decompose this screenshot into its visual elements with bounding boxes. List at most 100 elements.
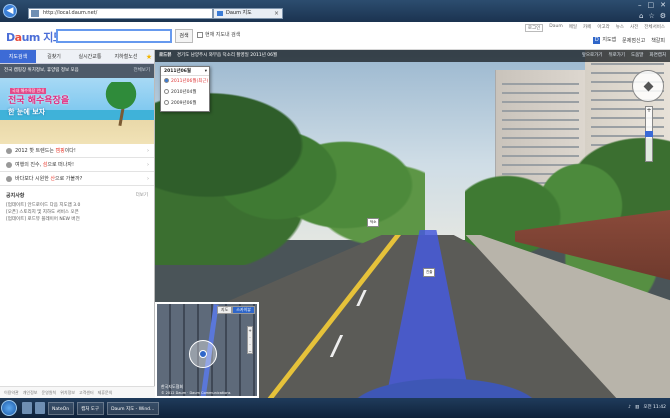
row-text-end: 으로 떠나자! <box>47 162 74 168</box>
search-button[interactable]: 검색 <box>175 29 193 43</box>
pan-compass[interactable] <box>632 70 664 102</box>
explorer-icon[interactable] <box>35 402 45 414</box>
close-window-icon[interactable]: ✕ <box>660 1 666 9</box>
zoom-knob[interactable] <box>645 131 653 137</box>
sidebar-info-bar[interactable]: 전국 캠핑장 위치정보, 휴양림 정보 모음 전체보기 <box>0 64 154 78</box>
chevron-down-icon[interactable]: ▾ <box>205 67 207 76</box>
notice-item[interactable]: [오픈] 스토리지 및 지하도 서비스 오픈 <box>6 209 148 216</box>
date-current: 2011년06월 <box>164 69 192 74</box>
taskbar-window[interactable]: Daum 지도 - Wind... <box>107 402 160 415</box>
link-agora[interactable]: 아고라 <box>597 24 609 32</box>
date-option-label: 2010년04월 <box>171 90 197 95</box>
volume-icon[interactable]: ♪ <box>628 402 631 414</box>
footer-link[interactable]: 이용약관 <box>4 387 19 398</box>
footer-link[interactable]: 제휴문의 <box>98 387 113 398</box>
backward-button[interactable]: 뒤로가기 <box>608 50 625 62</box>
island-icon <box>6 161 12 168</box>
capture-button[interactable]: 화면캡처 <box>649 50 666 62</box>
date-option-label: 2009년06월 <box>171 101 197 106</box>
home-icon[interactable]: ⌂ <box>639 12 643 20</box>
list-item[interactable]: 2012 핫 트렌드는 캠핑이다! › <box>0 144 154 158</box>
back-arrow-icon[interactable]: ◀ <box>3 4 17 18</box>
forward-button[interactable]: 앞으로가기 <box>582 50 603 62</box>
report-problem-link[interactable]: 문제점신고 <box>622 37 645 44</box>
link-cafe[interactable]: 카페 <box>583 24 591 32</box>
system-tray: ♪ ▥ 오전 11:42 <box>628 402 666 414</box>
map-app-label: 지도앱 <box>602 37 617 43</box>
minimize-icon[interactable]: – <box>638 1 642 9</box>
tab-skyview[interactable]: 스카이뷰 <box>232 306 255 314</box>
link-dictionary[interactable]: 사전 <box>630 24 638 32</box>
login-button[interactable]: 로그인 <box>524 24 544 32</box>
radio-icon <box>164 100 169 105</box>
notice-item[interactable]: [업데이트] 로드뷰 플레이어 NEW 버전 <box>6 216 148 223</box>
compass-center-icon <box>643 81 654 92</box>
map-app-link[interactable]: D 지도앱 <box>593 36 616 44</box>
tab-directions[interactable]: 길찾기 <box>36 50 72 63</box>
notice-more-link[interactable]: 더보기 <box>136 192 148 198</box>
ie-icon[interactable] <box>22 402 32 414</box>
info-bar-more[interactable]: 전체보기 <box>133 64 150 78</box>
help-button[interactable]: 도움말 <box>631 50 643 62</box>
clock[interactable]: 오전 11:42 <box>643 402 666 414</box>
browser-tab[interactable]: Daum 지도 × <box>213 8 283 19</box>
zoom-slider[interactable]: + <box>645 106 653 162</box>
tab-subway[interactable]: 지하철노선 <box>108 50 144 63</box>
footer-link[interactable]: 개인정보 <box>23 387 38 398</box>
window-controls: – □ ✕ <box>638 1 666 9</box>
roadview-panorama[interactable]: 덕소 진출 로드뷰 경기도 남양주시 와부읍 덕소리 촬영일 2011년 06월… <box>155 50 670 398</box>
link-all-services[interactable]: 전체서비스 <box>644 24 665 32</box>
chevron-right-icon: › <box>147 162 149 168</box>
minimap-zoom[interactable]: + · · − <box>247 326 253 354</box>
link-daum[interactable]: Daum <box>549 24 562 32</box>
banner-subtitle: 한 눈에 보자 <box>8 108 46 116</box>
link-news[interactable]: 뉴스 <box>616 24 624 32</box>
footer-link[interactable]: 위치정보 <box>60 387 75 398</box>
in-map-search-label: 현재 지도내 검색 <box>205 32 241 38</box>
roadview-topbar: 로드뷰 경기도 남양주시 와부읍 덕소리 촬영일 2011년 06월 앞으로가기… <box>155 50 670 62</box>
link-mail[interactable]: 메일 <box>569 24 577 32</box>
taskbar-window[interactable]: NateOn <box>48 402 75 415</box>
map-search-input[interactable] <box>56 29 172 43</box>
chevron-right-icon: › <box>147 176 149 182</box>
favorite-star-icon[interactable]: ★ <box>144 50 154 63</box>
date-selector-header[interactable]: 2011년06월 ▾ <box>161 67 209 76</box>
date-option[interactable]: 2010년04월 <box>161 87 209 98</box>
row-text: 2012 핫 트렌드는 <box>15 148 56 154</box>
footer-link[interactable]: 운영원칙 <box>41 387 56 398</box>
taskbar-window[interactable]: 캡처 도구 <box>77 402 105 415</box>
address-text: http://local.daum.net/ <box>43 10 98 16</box>
start-orb-icon[interactable] <box>1 400 17 416</box>
row-text-end: 으로 가볼까? <box>55 176 83 182</box>
banner-small-text: 국내 해수욕장 안내 <box>10 88 46 94</box>
tab-map[interactable]: 지도 <box>216 306 233 314</box>
date-option[interactable]: 2011년06월(최근) <box>161 76 209 87</box>
info-bar-text: 전국 캠핑장 위치정보, 휴양림 정보 모음 <box>4 68 79 73</box>
direction-sign[interactable]: 진출 <box>423 268 436 277</box>
windows-taskbar: NateOn 캡처 도구 Daum 지도 - Wind... ♪ ▥ 오전 11… <box>0 398 670 418</box>
favorites-icon[interactable]: ☆ <box>648 12 654 20</box>
list-item[interactable]: 바다보다 시원한 산으로 가볼까? › <box>0 172 154 186</box>
beach-banner[interactable]: 국내 해수욕장 안내 전국 해수욕장을 한 눈에 보자 <box>0 78 154 144</box>
browser-chrome: ◀ http://local.daum.net/ Daum 지도 × – □ ✕… <box>0 0 670 22</box>
settings-gear-icon[interactable]: ⚙ <box>660 12 666 20</box>
roadview-location: 경기도 남양주시 와부읍 덕소리 촬영일 2011년 06월 <box>176 53 278 58</box>
list-item[interactable]: 여행의 진수, 섬으로 떠나자! › <box>0 158 154 172</box>
maximize-icon[interactable]: □ <box>648 1 655 9</box>
notice-item[interactable]: [업데이트] 안드로이드 다음 지도앱 3.0 <box>6 202 148 209</box>
tab-map-search[interactable]: 지도검색 <box>0 50 36 63</box>
current-position-marker[interactable] <box>199 350 207 358</box>
network-icon[interactable]: ▥ <box>635 402 639 414</box>
site-header: Daum 지도 검색 현재 지도내 검색 로그인 Daum 메일 카페 아고라 … <box>0 22 670 50</box>
address-bar[interactable]: http://local.daum.net/ <box>28 8 213 19</box>
mini-map[interactable]: 지도 스카이뷰 + · · − 한국지도협회 © 2012 Daum · Daum C… <box>155 302 259 398</box>
daum-map-logo[interactable]: Daum 지도 <box>6 29 63 45</box>
footer-link[interactable]: 고객센터 <box>79 387 94 398</box>
header-sub-links: D 지도앱 문제점신고 책갈피 <box>593 36 665 44</box>
date-option[interactable]: 2009년06월 <box>161 98 209 109</box>
in-map-search-checkbox[interactable] <box>197 32 203 38</box>
bookmark-link[interactable]: 책갈피 <box>651 37 665 44</box>
close-tab-icon[interactable]: × <box>274 9 279 18</box>
car-hood <box>325 370 565 398</box>
tab-traffic[interactable]: 실시간교통 <box>72 50 108 63</box>
